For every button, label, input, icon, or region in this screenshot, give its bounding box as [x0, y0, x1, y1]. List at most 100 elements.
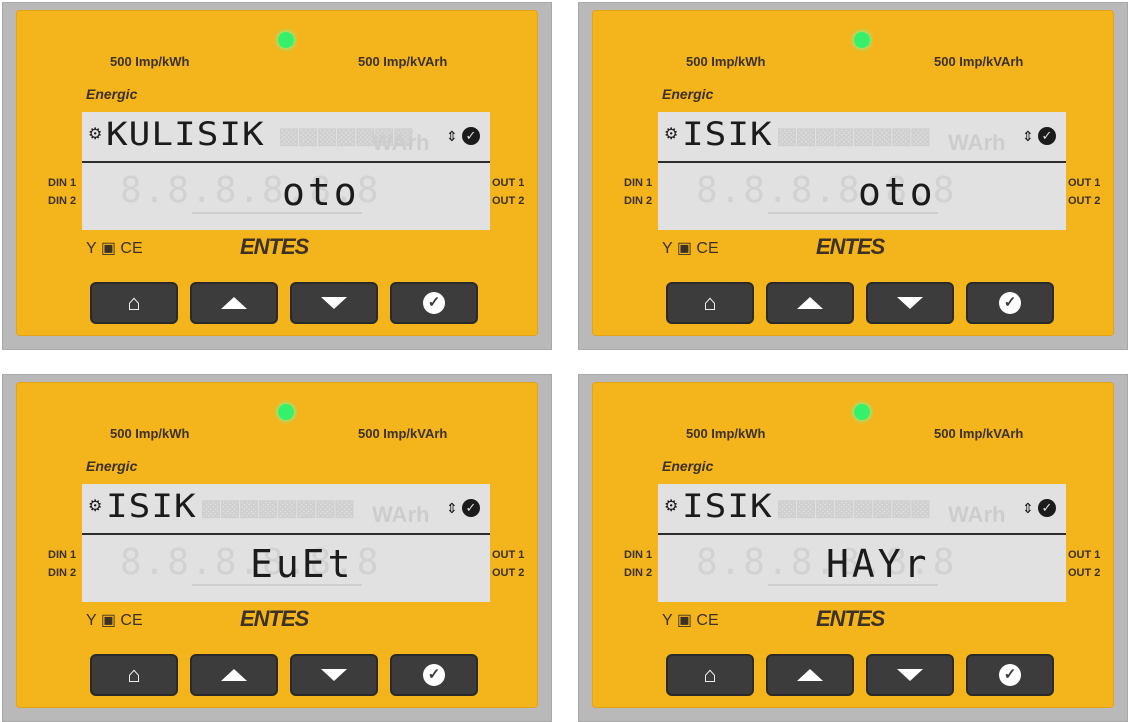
home-button[interactable]: ⌂ — [666, 654, 754, 696]
out2-label: OUT 2 — [492, 567, 525, 579]
antenna-icon: Y — [662, 240, 673, 257]
energic-logo: Energic — [86, 86, 138, 102]
out1-label: OUT 1 — [492, 177, 525, 189]
lcd-bottom-text: oto — [858, 170, 936, 214]
home-icon: ⌂ — [127, 290, 141, 315]
meter-panel-1: 500 Imp/kWh 500 Imp/kVArh Energic ▩▩▩▩▩▩… — [2, 2, 552, 350]
lcd-ghost-units: WArh — [948, 502, 1006, 527]
lcd-top-text: ISIK — [682, 116, 773, 153]
arrow-up-icon — [797, 669, 823, 681]
certification-icons: Y ▣ CE — [662, 610, 719, 630]
check-circle-icon: ✓ — [1038, 127, 1056, 145]
down-button[interactable] — [866, 654, 954, 696]
energic-logo: Energic — [662, 86, 714, 102]
ce-mark: CE — [120, 240, 143, 257]
ok-button[interactable]: ✓ — [966, 654, 1054, 696]
entes-logo: ENTES — [240, 606, 309, 631]
arrow-down-icon — [897, 669, 923, 681]
lcd-ghost-arrow — [768, 212, 938, 214]
ok-button[interactable]: ✓ — [390, 654, 478, 696]
up-down-arrows-icon: ⇕ — [446, 500, 458, 516]
lcd-ghost-arrow — [192, 584, 362, 586]
arrow-up-icon — [221, 297, 247, 309]
din2-label: DIN 2 — [624, 567, 653, 579]
up-button[interactable] — [766, 282, 854, 324]
lcd-display: ▩▩▩▩▩▩▩▩ WArh ⚙ ISIK ⇕ ✓ 8.8.8.8.8.8 EuE… — [82, 484, 490, 602]
check-circle-icon: ✓ — [1038, 499, 1056, 517]
lcd-ghost-segments: ▩▩▩▩▩▩▩▩ — [778, 490, 931, 525]
down-button[interactable] — [290, 282, 378, 324]
lcd-top-text: ISIK — [106, 488, 197, 525]
imp-kvarh-label: 500 Imp/kVArh — [358, 54, 448, 69]
down-button[interactable] — [290, 654, 378, 696]
entes-logo: ENTES — [816, 606, 885, 631]
din2-label: DIN 2 — [48, 567, 77, 579]
din1-label: DIN 1 — [48, 177, 77, 189]
ce-mark: CE — [120, 612, 143, 629]
entes-logo: ENTES — [816, 234, 885, 259]
ok-button[interactable]: ✓ — [390, 282, 478, 324]
lcd-ghost-units: WArh — [372, 130, 430, 155]
home-icon: ⌂ — [127, 662, 141, 687]
settings-gear-icon: ⚙ — [664, 498, 679, 515]
lcd-divider — [658, 161, 1066, 163]
double-insulation-icon: ▣ — [100, 612, 116, 629]
meter-panel-4: 500 Imp/kWh 500 Imp/kVArh Energic ▩▩▩▩▩▩… — [578, 374, 1128, 722]
imp-kwh-label: 500 Imp/kWh — [686, 54, 766, 69]
settings-gear-icon: ⚙ — [88, 126, 103, 143]
arrow-down-icon — [321, 297, 347, 309]
home-button[interactable]: ⌂ — [90, 282, 178, 324]
imp-kvarh-label: 500 Imp/kVArh — [934, 426, 1024, 441]
din1-label: DIN 1 — [624, 177, 653, 189]
check-icon: ✓ — [999, 292, 1021, 314]
check-icon: ✓ — [999, 664, 1021, 686]
out1-label: OUT 1 — [492, 549, 525, 561]
lcd-display: ▩▩▩▩▩▩▩▩ WArh ⚙ ISIK ⇕ ✓ 8.8.8.8.8.8 HAY… — [658, 484, 1066, 602]
arrow-down-icon — [897, 297, 923, 309]
home-button[interactable]: ⌂ — [666, 282, 754, 324]
imp-kvarh-label: 500 Imp/kVArh — [358, 426, 448, 441]
double-insulation-icon: ▣ — [100, 240, 116, 257]
certification-icons: Y ▣ CE — [662, 238, 719, 258]
up-down-arrows-icon: ⇕ — [446, 128, 458, 144]
imp-kvarh-label: 500 Imp/kVArh — [934, 54, 1024, 69]
lcd-ghost-segments: ▩▩▩▩▩▩▩▩ — [202, 490, 355, 525]
home-button[interactable]: ⌂ — [90, 654, 178, 696]
status-led-icon — [854, 404, 870, 420]
status-led-icon — [854, 32, 870, 48]
up-down-arrows-icon: ⇕ — [1022, 500, 1034, 516]
up-button[interactable] — [190, 282, 278, 324]
lcd-ghost-units: WArh — [948, 130, 1006, 155]
down-button[interactable] — [866, 282, 954, 324]
lcd-divider — [82, 161, 490, 163]
lcd-top-text: KULISIK — [106, 116, 265, 153]
home-icon: ⌂ — [703, 290, 717, 315]
ok-button[interactable]: ✓ — [966, 282, 1054, 324]
arrow-down-icon — [321, 669, 347, 681]
up-button[interactable] — [190, 654, 278, 696]
double-insulation-icon: ▣ — [676, 240, 692, 257]
status-led-icon — [278, 32, 294, 48]
meter-panel-3: 500 Imp/kWh 500 Imp/kVArh Energic ▩▩▩▩▩▩… — [2, 374, 552, 722]
lcd-ghost-segments: ▩▩▩▩▩▩▩▩ — [778, 118, 931, 153]
imp-kwh-label: 500 Imp/kWh — [110, 54, 190, 69]
out1-label: OUT 1 — [1068, 177, 1101, 189]
certification-icons: Y ▣ CE — [86, 610, 143, 630]
up-button[interactable] — [766, 654, 854, 696]
double-insulation-icon: ▣ — [676, 612, 692, 629]
antenna-icon: Y — [86, 240, 97, 257]
ce-mark: CE — [696, 612, 719, 629]
check-circle-icon: ✓ — [462, 127, 480, 145]
din2-label: DIN 2 — [48, 195, 77, 207]
out2-label: OUT 2 — [1068, 567, 1101, 579]
settings-gear-icon: ⚙ — [88, 498, 103, 515]
check-circle-icon: ✓ — [462, 499, 480, 517]
out1-label: OUT 1 — [1068, 549, 1101, 561]
meter-panel-2: 500 Imp/kWh 500 Imp/kVArh Energic ▩▩▩▩▩▩… — [578, 2, 1128, 350]
lcd-ghost-arrow — [768, 584, 938, 586]
settings-gear-icon: ⚙ — [664, 126, 679, 143]
lcd-bottom-text: HAYr — [826, 542, 930, 586]
check-icon: ✓ — [423, 292, 445, 314]
din1-label: DIN 1 — [624, 549, 653, 561]
ce-mark: CE — [696, 240, 719, 257]
